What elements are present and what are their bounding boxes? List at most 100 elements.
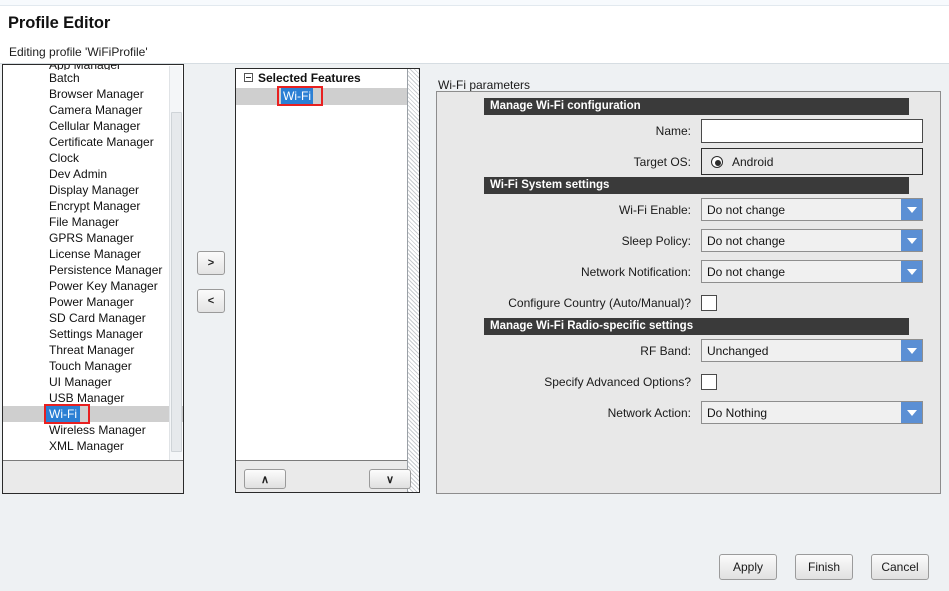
list-item-label: Settings Manager bbox=[49, 327, 143, 341]
dropdown-value: Do not change bbox=[702, 203, 901, 217]
list-item[interactable]: SD Card Manager bbox=[3, 310, 183, 326]
list-item[interactable]: Power Manager bbox=[3, 294, 183, 310]
list-item-label: Batch bbox=[49, 71, 80, 85]
radio-label: Android bbox=[732, 155, 773, 169]
dropdown-value: Do not change bbox=[702, 234, 901, 248]
cancel-button[interactable]: Cancel bbox=[871, 554, 929, 580]
list-item[interactable]: Browser Manager bbox=[3, 86, 183, 102]
selected-features-tree[interactable]: Selected Features Wi-Fi bbox=[236, 69, 419, 461]
list-item[interactable]: UI Manager bbox=[3, 374, 183, 390]
tree-root-node[interactable]: Selected Features bbox=[236, 69, 419, 88]
chevron-down-icon[interactable] bbox=[901, 340, 922, 361]
radio-selected-icon bbox=[711, 156, 723, 168]
list-item[interactable]: XML Manager bbox=[3, 438, 183, 454]
list-item[interactable]: Persistence Manager bbox=[3, 262, 183, 278]
list-item[interactable]: Touch Manager bbox=[3, 358, 183, 374]
finish-button[interactable]: Finish bbox=[795, 554, 853, 580]
form-row: RF Band:Unchanged bbox=[443, 335, 934, 366]
page-title: Profile Editor bbox=[8, 14, 110, 33]
scrollbar-thumb[interactable] bbox=[171, 112, 182, 452]
list-item-label: Wireless Manager bbox=[49, 423, 146, 437]
list-item[interactable]: GPRS Manager bbox=[3, 230, 183, 246]
form-row: Target OS: Android bbox=[443, 146, 934, 177]
add-feature-button[interactable]: > bbox=[197, 251, 225, 275]
field-label: Network Notification: bbox=[443, 265, 701, 279]
tree-collapse-icon[interactable] bbox=[244, 73, 253, 82]
list-item-label: Power Manager bbox=[49, 295, 134, 309]
list-item[interactable]: File Manager bbox=[3, 214, 183, 230]
form-row: Configure Country (Auto/Manual)? bbox=[443, 287, 934, 318]
dropdown-wi-fi-enable[interactable]: Do not change bbox=[701, 198, 923, 221]
field-label: Name: bbox=[443, 124, 701, 138]
move-up-button[interactable]: ∧ bbox=[244, 469, 286, 489]
list-item[interactable]: Clock bbox=[3, 150, 183, 166]
name-input[interactable] bbox=[701, 119, 923, 143]
selected-features-scrollbar[interactable] bbox=[407, 69, 419, 492]
available-features-panel: App ManagerBatchBrowser ManagerCamera Ma… bbox=[2, 64, 184, 494]
list-item[interactable]: Threat Manager bbox=[3, 342, 183, 358]
chevron-down-icon[interactable] bbox=[901, 199, 922, 220]
chevron-down-icon[interactable] bbox=[901, 230, 922, 251]
list-item[interactable]: Cellular Manager bbox=[3, 118, 183, 134]
parameters-caption: Wi-Fi parameters bbox=[438, 78, 530, 92]
tree-root-label: Selected Features bbox=[258, 71, 361, 85]
list-item[interactable]: Batch bbox=[3, 70, 183, 86]
list-item[interactable]: Wireless Manager bbox=[3, 422, 183, 438]
form-row: Network Action:Do Nothing bbox=[443, 397, 934, 428]
form-row: Sleep Policy:Do not change bbox=[443, 225, 934, 256]
caret-glyph bbox=[907, 238, 917, 244]
field-label: Target OS: bbox=[443, 155, 701, 169]
list-item[interactable]: Wi-Fi bbox=[3, 406, 183, 422]
form-row: Wi-Fi Enable:Do not change bbox=[443, 194, 934, 225]
dropdown-network-notification[interactable]: Do not change bbox=[701, 260, 923, 283]
list-item[interactable]: Certificate Manager bbox=[3, 134, 183, 150]
target-os-radio[interactable]: Android bbox=[701, 148, 923, 175]
list-item-label: Persistence Manager bbox=[49, 263, 162, 277]
checkbox-specify-advanced-options[interactable] bbox=[701, 374, 717, 390]
list-item-label: SD Card Manager bbox=[49, 311, 146, 325]
list-item-label: Clock bbox=[49, 151, 79, 165]
list-item-label: GPRS Manager bbox=[49, 231, 134, 245]
tree-child-label: Wi-Fi bbox=[281, 88, 313, 105]
chevron-down-icon[interactable] bbox=[901, 261, 922, 282]
list-item[interactable]: Camera Manager bbox=[3, 102, 183, 118]
chevron-down-icon[interactable] bbox=[901, 402, 922, 423]
dropdown-network-action[interactable]: Do Nothing bbox=[701, 401, 923, 424]
list-item-label: Camera Manager bbox=[49, 103, 142, 117]
parameters-box: Manage Wi-Fi configuration Name: Target OS… bbox=[436, 91, 941, 494]
list-item-label: File Manager bbox=[49, 215, 119, 229]
section-header: Manage Wi-Fi configuration bbox=[484, 98, 909, 115]
dropdown-sleep-policy[interactable]: Do not change bbox=[701, 229, 923, 252]
form-row: Name: bbox=[443, 115, 934, 146]
tree-child-node[interactable]: Wi-Fi bbox=[236, 88, 419, 105]
dropdown-value: Do Nothing bbox=[702, 406, 901, 420]
field-label: Configure Country (Auto/Manual)? bbox=[443, 296, 701, 310]
list-item[interactable]: Encrypt Manager bbox=[3, 198, 183, 214]
list-item-label: Cellular Manager bbox=[49, 119, 140, 133]
caret-glyph bbox=[907, 348, 917, 354]
dropdown-value: Unchanged bbox=[702, 344, 901, 358]
dropdown-rf-band[interactable]: Unchanged bbox=[701, 339, 923, 362]
list-item[interactable]: USB Manager bbox=[3, 390, 183, 406]
caret-glyph bbox=[907, 269, 917, 275]
list-item[interactable]: License Manager bbox=[3, 246, 183, 262]
available-features-scrollbar[interactable] bbox=[169, 66, 182, 460]
field-label: Network Action: bbox=[443, 406, 701, 420]
list-item[interactable]: Display Manager bbox=[3, 182, 183, 198]
list-item-label: Certificate Manager bbox=[49, 135, 154, 149]
checkbox-configure-country-auto-manual[interactable] bbox=[701, 295, 717, 311]
list-item-label: Browser Manager bbox=[49, 87, 144, 101]
selected-features-panel: Selected Features Wi-Fi ∧ ∨ bbox=[235, 68, 420, 493]
list-item[interactable]: Power Key Manager bbox=[3, 278, 183, 294]
move-down-button[interactable]: ∨ bbox=[369, 469, 411, 489]
available-features-list[interactable]: App ManagerBatchBrowser ManagerCamera Ma… bbox=[3, 65, 183, 461]
field-label: Sleep Policy: bbox=[443, 234, 701, 248]
list-item-label: XML Manager bbox=[49, 439, 124, 453]
remove-feature-button[interactable]: < bbox=[197, 289, 225, 313]
apply-button[interactable]: Apply bbox=[719, 554, 777, 580]
list-item-label: USB Manager bbox=[49, 391, 124, 405]
list-item-label: License Manager bbox=[49, 247, 141, 261]
list-item[interactable]: Dev Admin bbox=[3, 166, 183, 182]
list-item[interactable]: Settings Manager bbox=[3, 326, 183, 342]
profile-editor-window: Profile Editor Editing profile 'WiFiProf… bbox=[0, 0, 949, 591]
